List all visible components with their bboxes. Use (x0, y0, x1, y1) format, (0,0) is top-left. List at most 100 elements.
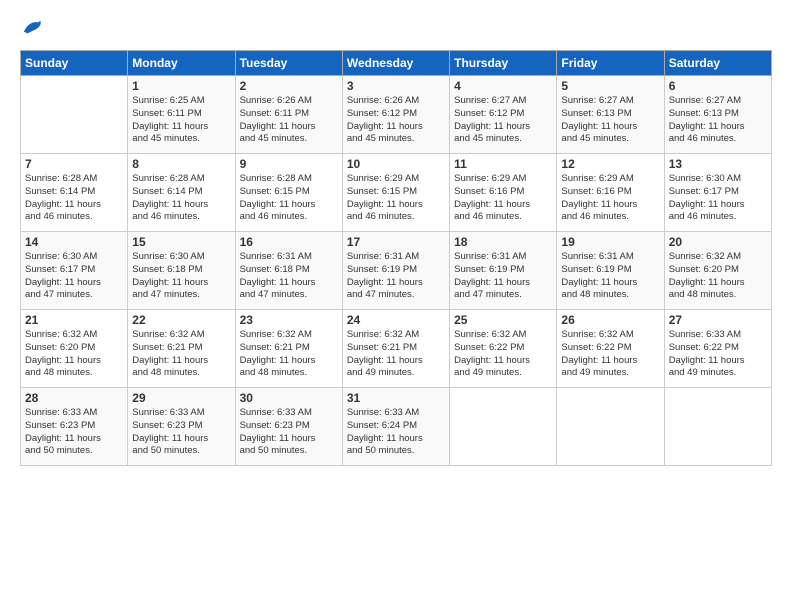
cell-content: Sunrise: 6:28 AM Sunset: 6:15 PM Dayligh… (240, 173, 338, 224)
logo-bird-icon (22, 16, 44, 38)
calendar-cell: 11 Sunrise: 6:29 AM Sunset: 6:16 PM Dayli… (450, 154, 557, 232)
cell-content: Sunrise: 6:29 AM Sunset: 6:15 PM Dayligh… (347, 173, 445, 224)
calendar-table: SundayMondayTuesdayWednesdayThursdayFrid… (20, 50, 772, 466)
calendar-cell: 6Sunrise: 6:27 AM Sunset: 6:13 PM Daylig… (664, 76, 771, 154)
day-number: 13 (669, 157, 767, 171)
calendar-cell: 22Sunrise: 6:32 AM Sunset: 6:21 PM Dayli… (128, 310, 235, 388)
day-number: 8 (132, 157, 230, 171)
calendar-cell: 25 Sunrise: 6:32 AM Sunset: 6:22 PM Dayli… (450, 310, 557, 388)
calendar-cell: 14 Sunrise: 6:30 AM Sunset: 6:17 PM Dayli… (21, 232, 128, 310)
calendar-cell: 29Sunrise: 6:33 AM Sunset: 6:23 PM Dayli… (128, 388, 235, 466)
calendar-cell: 9 Sunrise: 6:28 AM Sunset: 6:15 PM Daylig… (235, 154, 342, 232)
cell-content: Sunrise: 6:29 AM Sunset: 6:16 PM Dayligh… (561, 173, 659, 224)
cell-content: Sunrise: 6:26 AM Sunset: 6:12 PM Dayligh… (347, 95, 445, 146)
week-row-4: 28 Sunrise: 6:33 AM Sunset: 6:23 PM Dayli… (21, 388, 772, 466)
day-headers-row: SundayMondayTuesdayWednesdayThursdayFrid… (21, 51, 772, 76)
day-number: 17 (347, 235, 445, 249)
cell-content: Sunrise: 6:25 AM Sunset: 6:11 PM Dayligh… (132, 95, 230, 146)
calendar-cell: 28 Sunrise: 6:33 AM Sunset: 6:23 PM Dayli… (21, 388, 128, 466)
day-header-wednesday: Wednesday (342, 51, 449, 76)
calendar-cell: 5 Sunrise: 6:27 AM Sunset: 6:13 PM Daylig… (557, 76, 664, 154)
calendar-cell (21, 76, 128, 154)
day-number: 31 (347, 391, 445, 405)
calendar-cell: 27 Sunrise: 6:33 AM Sunset: 6:22 PM Dayli… (664, 310, 771, 388)
cell-content: Sunrise: 6:27 AM Sunset: 6:12 PM Dayligh… (454, 95, 552, 146)
day-number: 5 (561, 79, 659, 93)
cell-content: Sunrise: 6:31 AM Sunset: 6:19 PM Dayligh… (347, 251, 445, 302)
cell-content: Sunrise: 6:27 AM Sunset: 6:13 PM Dayligh… (561, 95, 659, 146)
day-number: 7 (25, 157, 123, 171)
day-number: 10 (347, 157, 445, 171)
calendar-cell: 24 Sunrise: 6:32 AM Sunset: 6:21 PM Dayli… (342, 310, 449, 388)
calendar-body: 1Sunrise: 6:25 AM Sunset: 6:11 PM Daylig… (21, 76, 772, 466)
day-number: 12 (561, 157, 659, 171)
calendar-cell: 17 Sunrise: 6:31 AM Sunset: 6:19 PM Dayli… (342, 232, 449, 310)
calendar-cell: 15 Sunrise: 6:30 AM Sunset: 6:18 PM Dayli… (128, 232, 235, 310)
day-header-sunday: Sunday (21, 51, 128, 76)
cell-content: Sunrise: 6:32 AM Sunset: 6:21 PM Dayligh… (132, 329, 230, 380)
cell-content: Sunrise: 6:32 AM Sunset: 6:22 PM Dayligh… (561, 329, 659, 380)
day-number: 23 (240, 313, 338, 327)
calendar-cell: 4 Sunrise: 6:27 AM Sunset: 6:12 PM Daylig… (450, 76, 557, 154)
calendar-cell: 13 Sunrise: 6:30 AM Sunset: 6:17 PM Dayli… (664, 154, 771, 232)
calendar-cell: 1Sunrise: 6:25 AM Sunset: 6:11 PM Daylig… (128, 76, 235, 154)
day-header-thursday: Thursday (450, 51, 557, 76)
day-number: 3 (347, 79, 445, 93)
page: SundayMondayTuesdayWednesdayThursdayFrid… (0, 0, 792, 612)
day-number: 2 (240, 79, 338, 93)
cell-content: Sunrise: 6:26 AM Sunset: 6:11 PM Dayligh… (240, 95, 338, 146)
day-number: 9 (240, 157, 338, 171)
cell-content: Sunrise: 6:33 AM Sunset: 6:23 PM Dayligh… (25, 407, 123, 458)
day-header-tuesday: Tuesday (235, 51, 342, 76)
day-number: 18 (454, 235, 552, 249)
cell-content: Sunrise: 6:32 AM Sunset: 6:21 PM Dayligh… (347, 329, 445, 380)
calendar-cell (664, 388, 771, 466)
calendar-cell: 3 Sunrise: 6:26 AM Sunset: 6:12 PM Daylig… (342, 76, 449, 154)
week-row-1: 7 Sunrise: 6:28 AM Sunset: 6:14 PM Daylig… (21, 154, 772, 232)
day-number: 25 (454, 313, 552, 327)
cell-content: Sunrise: 6:30 AM Sunset: 6:17 PM Dayligh… (25, 251, 123, 302)
day-number: 6 (669, 79, 767, 93)
day-number: 27 (669, 313, 767, 327)
cell-content: Sunrise: 6:28 AM Sunset: 6:14 PM Dayligh… (25, 173, 123, 224)
calendar-cell: 16Sunrise: 6:31 AM Sunset: 6:18 PM Dayli… (235, 232, 342, 310)
cell-content: Sunrise: 6:30 AM Sunset: 6:18 PM Dayligh… (132, 251, 230, 302)
cell-content: Sunrise: 6:33 AM Sunset: 6:22 PM Dayligh… (669, 329, 767, 380)
day-number: 20 (669, 235, 767, 249)
calendar-cell: 12 Sunrise: 6:29 AM Sunset: 6:16 PM Dayli… (557, 154, 664, 232)
cell-content: Sunrise: 6:30 AM Sunset: 6:17 PM Dayligh… (669, 173, 767, 224)
week-row-3: 21 Sunrise: 6:32 AM Sunset: 6:20 PM Dayli… (21, 310, 772, 388)
week-row-2: 14 Sunrise: 6:30 AM Sunset: 6:17 PM Dayli… (21, 232, 772, 310)
day-number: 28 (25, 391, 123, 405)
day-number: 4 (454, 79, 552, 93)
cell-content: Sunrise: 6:29 AM Sunset: 6:16 PM Dayligh… (454, 173, 552, 224)
header (20, 16, 772, 38)
cell-content: Sunrise: 6:32 AM Sunset: 6:21 PM Dayligh… (240, 329, 338, 380)
day-number: 24 (347, 313, 445, 327)
calendar-cell: 26Sunrise: 6:32 AM Sunset: 6:22 PM Dayli… (557, 310, 664, 388)
cell-content: Sunrise: 6:32 AM Sunset: 6:20 PM Dayligh… (669, 251, 767, 302)
logo (20, 16, 44, 38)
week-row-0: 1Sunrise: 6:25 AM Sunset: 6:11 PM Daylig… (21, 76, 772, 154)
day-number: 16 (240, 235, 338, 249)
cell-content: Sunrise: 6:32 AM Sunset: 6:20 PM Dayligh… (25, 329, 123, 380)
day-header-saturday: Saturday (664, 51, 771, 76)
calendar-cell (450, 388, 557, 466)
day-number: 19 (561, 235, 659, 249)
day-number: 11 (454, 157, 552, 171)
day-number: 29 (132, 391, 230, 405)
cell-content: Sunrise: 6:33 AM Sunset: 6:23 PM Dayligh… (240, 407, 338, 458)
day-header-monday: Monday (128, 51, 235, 76)
calendar-cell: 18 Sunrise: 6:31 AM Sunset: 6:19 PM Dayli… (450, 232, 557, 310)
cell-content: Sunrise: 6:32 AM Sunset: 6:22 PM Dayligh… (454, 329, 552, 380)
calendar-cell: 2 Sunrise: 6:26 AM Sunset: 6:11 PM Daylig… (235, 76, 342, 154)
calendar-cell: 30Sunrise: 6:33 AM Sunset: 6:23 PM Dayli… (235, 388, 342, 466)
day-number: 15 (132, 235, 230, 249)
day-number: 14 (25, 235, 123, 249)
cell-content: Sunrise: 6:28 AM Sunset: 6:14 PM Dayligh… (132, 173, 230, 224)
calendar-cell: 31Sunrise: 6:33 AM Sunset: 6:24 PM Dayli… (342, 388, 449, 466)
calendar-cell: 10 Sunrise: 6:29 AM Sunset: 6:15 PM Dayli… (342, 154, 449, 232)
day-number: 21 (25, 313, 123, 327)
calendar-header: SundayMondayTuesdayWednesdayThursdayFrid… (21, 51, 772, 76)
cell-content: Sunrise: 6:31 AM Sunset: 6:19 PM Dayligh… (454, 251, 552, 302)
